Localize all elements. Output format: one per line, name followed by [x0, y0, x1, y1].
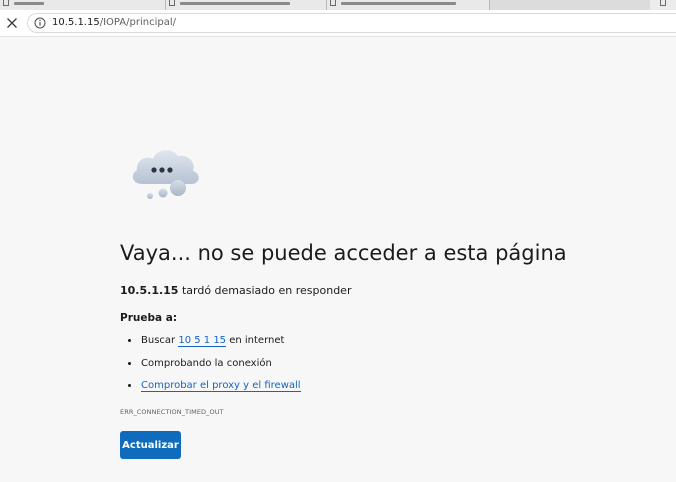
suggestion-text: Comprobando la conexión — [141, 357, 272, 369]
url-host: 10.5.1.15 — [52, 17, 100, 28]
error-subtitle: 10.5.1.15 tardó demasiado en responder — [120, 283, 351, 298]
suggestion-prefix: Buscar — [141, 335, 179, 346]
list-item: Comprobando la conexión — [120, 356, 301, 379]
stop-button[interactable] — [4, 15, 20, 31]
suggestion-suffix: en internet — [226, 335, 285, 346]
tab[interactable] — [166, 0, 327, 10]
proxy-firewall-link[interactable]: Comprobar el proxy y el firewall — [141, 380, 301, 392]
suggestions-list: Buscar 10 5 1 15 en internet Comprobando… — [120, 333, 301, 401]
page-icon — [660, 0, 666, 6]
tab[interactable] — [650, 0, 676, 10]
tab-title-placeholder — [341, 2, 456, 5]
browser-toolbar: 10.5.1.15/IOPA/principal/ — [0, 10, 676, 37]
search-link[interactable]: 10 5 1 15 — [178, 335, 227, 347]
info-icon[interactable] — [34, 17, 46, 29]
suggestions-heading: Prueba a: — [120, 312, 178, 324]
error-heading: Vaya... no se puede acceder a esta págin… — [120, 241, 567, 265]
list-item: Buscar 10 5 1 15 en internet — [120, 333, 301, 356]
tab-title-placeholder — [14, 2, 44, 5]
tab-strip — [0, 0, 676, 10]
tab[interactable] — [327, 0, 490, 10]
page-icon — [169, 0, 175, 6]
close-icon — [7, 18, 17, 28]
url-path: /IOPA/principal/ — [99, 17, 176, 28]
url-text[interactable]: 10.5.1.15/IOPA/principal/ — [52, 17, 176, 29]
refresh-button[interactable]: Actualizar — [120, 431, 181, 459]
tab-title-placeholder — [180, 2, 290, 5]
page-icon — [330, 0, 336, 6]
error-host: 10.5.1.15 — [120, 284, 179, 297]
cloud-illustration — [132, 150, 199, 199]
tab[interactable] — [0, 0, 166, 10]
list-item: Comprobar el proxy y el firewall — [120, 378, 301, 401]
address-bar[interactable]: 10.5.1.15/IOPA/principal/ — [27, 13, 676, 33]
error-code: ERR_CONNECTION_TIMED_OUT — [120, 408, 224, 416]
page-icon — [3, 0, 9, 6]
error-description: tardó demasiado en responder — [178, 284, 352, 297]
